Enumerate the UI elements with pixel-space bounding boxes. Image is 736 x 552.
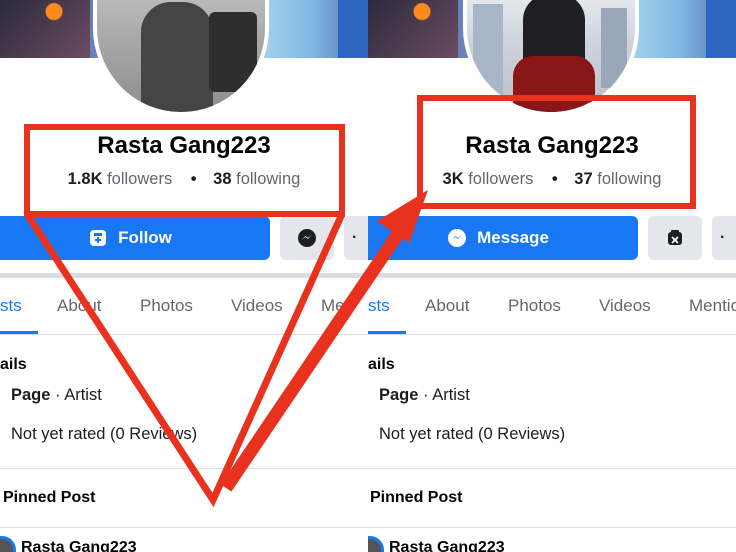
follow-button-label: Follow	[118, 228, 172, 247]
rating-text[interactable]: Not yet rated (0 Reviews)	[379, 425, 565, 444]
profile-picture[interactable]	[93, 0, 269, 116]
rating-text[interactable]: Not yet rated (0 Reviews)	[11, 425, 197, 444]
block-user-icon	[665, 228, 685, 248]
messenger-icon	[447, 228, 467, 248]
profile-panel-before: Rasta Gang223 1.8K followers • 38 follow…	[0, 0, 368, 552]
post-author-avatar[interactable]	[0, 536, 16, 552]
follow-stats: 3K followers • 37 following	[368, 170, 736, 189]
stats-separator: •	[190, 170, 197, 188]
details-heading: ails	[368, 356, 395, 373]
profile-tabs: sts About Photos Videos Mentio	[368, 278, 736, 335]
followers-count[interactable]: 3K	[443, 170, 464, 188]
post-author-name[interactable]: Rasta Gang223	[389, 539, 505, 552]
active-tab-indicator	[368, 331, 406, 334]
add-page-icon	[88, 228, 108, 248]
page-label: Page	[11, 386, 51, 404]
pinned-post-heading: Pinned Post	[3, 489, 96, 506]
tab-videos[interactable]: Videos	[599, 296, 651, 316]
category-label: · Artist	[418, 386, 470, 404]
pinned-post-heading: Pinned Post	[370, 489, 463, 506]
message-button[interactable]	[280, 216, 334, 260]
page-category: Page · Artist	[11, 386, 102, 405]
divider	[0, 468, 368, 469]
profile-picture[interactable]	[463, 0, 639, 116]
follow-stats: 1.8K followers • 38 following	[0, 170, 368, 189]
tab-about[interactable]: About	[57, 296, 101, 316]
category-label: · Artist	[50, 386, 102, 404]
divider	[0, 527, 368, 528]
followers-label[interactable]: followers	[468, 170, 533, 188]
tab-videos[interactable]: Videos	[231, 296, 283, 316]
profile-panel-after: Rasta Gang223 3K followers • 37 followin…	[368, 0, 736, 552]
unfollow-button[interactable]	[648, 216, 702, 260]
details-heading: ails	[0, 356, 27, 373]
follow-button[interactable]: Follow	[0, 216, 270, 260]
followers-count[interactable]: 1.8K	[68, 170, 103, 188]
tab-posts[interactable]: sts	[0, 296, 22, 316]
tab-posts[interactable]: sts	[368, 296, 390, 316]
tab-photos[interactable]: Photos	[508, 296, 561, 316]
following-count[interactable]: 37	[574, 170, 592, 188]
following-label[interactable]: following	[236, 170, 300, 188]
following-label[interactable]: following	[597, 170, 661, 188]
profile-tabs: sts About Photos Videos Me	[0, 278, 368, 335]
divider	[368, 468, 736, 469]
profile-name: Rasta Gang223	[465, 132, 639, 159]
messenger-icon	[297, 228, 317, 248]
more-button[interactable]: ·	[344, 216, 368, 260]
page-category: Page · Artist	[379, 386, 470, 405]
following-count[interactable]: 38	[213, 170, 231, 188]
divider	[368, 527, 736, 528]
more-icon: ·	[720, 229, 726, 246]
stats-separator: •	[551, 170, 558, 188]
more-button[interactable]: ·	[712, 216, 736, 260]
tab-about[interactable]: About	[425, 296, 469, 316]
active-tab-indicator	[0, 331, 38, 334]
tab-mentions[interactable]: Mentio	[689, 296, 736, 316]
page-label: Page	[379, 386, 419, 404]
message-button[interactable]: Message	[368, 216, 638, 260]
profile-name: Rasta Gang223	[97, 132, 271, 159]
post-author-avatar[interactable]	[368, 536, 384, 552]
more-icon: ·	[352, 229, 358, 246]
tab-mentions[interactable]: Me	[321, 296, 345, 316]
message-button-label: Message	[477, 228, 549, 247]
followers-label[interactable]: followers	[107, 170, 172, 188]
tab-photos[interactable]: Photos	[140, 296, 193, 316]
post-author-name[interactable]: Rasta Gang223	[21, 539, 137, 552]
